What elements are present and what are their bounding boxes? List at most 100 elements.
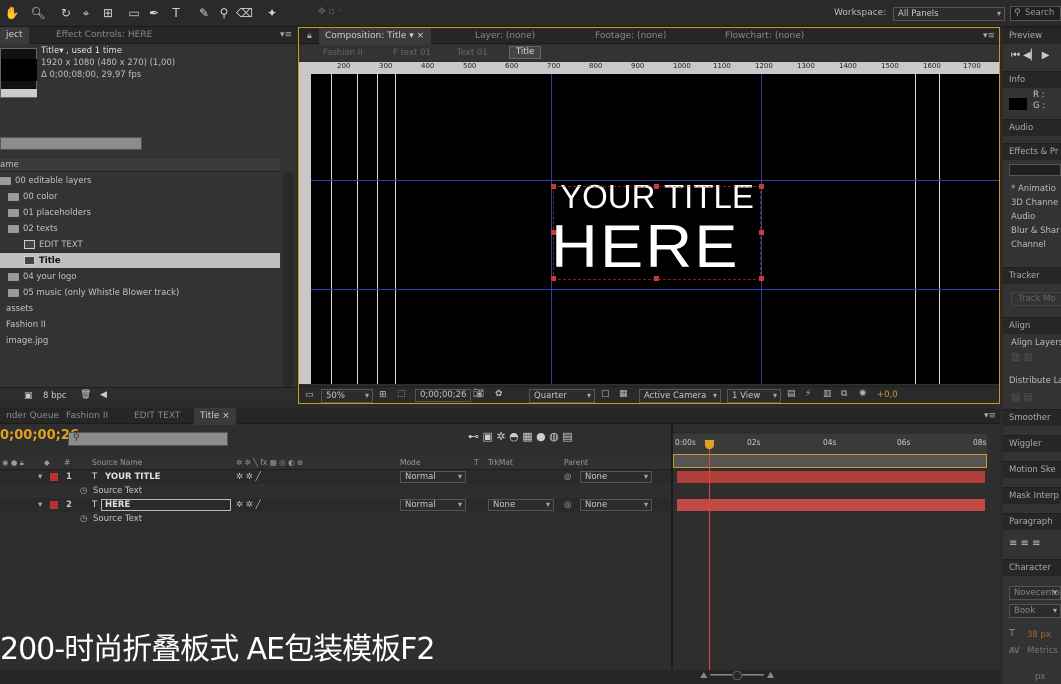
- tab-layer[interactable]: Layer: (none): [469, 28, 541, 45]
- motion-sketch-panel-title[interactable]: Motion Ske: [1003, 462, 1061, 478]
- guide-line[interactable]: [331, 74, 332, 384]
- blend-mode-dropdown[interactable]: Normal: [400, 499, 466, 511]
- bpc-label[interactable]: 8 bpc: [43, 391, 67, 401]
- type-tool-icon[interactable]: T: [168, 5, 184, 21]
- crumb[interactable]: Fashion II: [323, 48, 363, 58]
- composition-icon[interactable]: ▣: [24, 391, 33, 401]
- list-item[interactable]: * Animatio: [1003, 182, 1061, 196]
- guide-line[interactable]: [939, 74, 940, 384]
- selection-handle[interactable]: [551, 230, 556, 235]
- layer-duration-bar[interactable]: [677, 471, 985, 483]
- snapshot-icon[interactable]: 📷︎: [473, 389, 484, 399]
- pickwhip-icon[interactable]: ◎: [564, 470, 571, 484]
- blend-mode-dropdown[interactable]: Normal: [400, 471, 466, 483]
- layer-switches-icon[interactable]: ✲ ✲ ╱: [236, 498, 261, 512]
- guide-line[interactable]: [395, 74, 396, 384]
- timeline-icon[interactable]: ▥: [823, 389, 832, 399]
- current-time-field[interactable]: 0;00;00;26: [415, 389, 472, 402]
- guide-line[interactable]: [915, 74, 916, 384]
- tab-render-queue[interactable]: nder Queue: [0, 408, 65, 425]
- col-mode[interactable]: Mode: [400, 456, 420, 470]
- always-preview-icon[interactable]: ▭: [305, 390, 314, 400]
- layer-name-edit-field[interactable]: HERE: [101, 499, 231, 511]
- effects-search-input[interactable]: [1009, 164, 1061, 176]
- crumb[interactable]: F text 01: [393, 48, 431, 58]
- project-search-input[interactable]: [0, 137, 142, 150]
- timeline-switches-icon[interactable]: ⊷ ▣ ✲ ◓ ▦ ● ◍ ▤: [468, 430, 573, 443]
- pan-behind-tool-icon[interactable]: ⊞: [100, 5, 116, 21]
- paragraph-align-icon[interactable]: ≡ ≡ ≡: [1009, 538, 1041, 549]
- info-panel-title[interactable]: Info: [1003, 72, 1061, 88]
- mask-tool-icon[interactable]: ▭: [126, 5, 142, 21]
- tab-composition[interactable]: Composition: Title ▾ ×: [319, 28, 431, 45]
- crumb-current[interactable]: Title: [509, 46, 542, 59]
- selection-box[interactable]: [553, 186, 761, 280]
- region-of-interest-icon[interactable]: ▢: [601, 389, 610, 399]
- audio-panel-title[interactable]: Audio: [1003, 120, 1061, 136]
- guide-line[interactable]: [311, 289, 999, 290]
- project-scrollbar[interactable]: [283, 173, 294, 387]
- distribute-buttons-icon[interactable]: ▤ ▤: [1011, 392, 1033, 403]
- crumb[interactable]: Text 01: [457, 48, 488, 58]
- scroll-left-icon[interactable]: ◀: [100, 390, 107, 400]
- project-column-name[interactable]: ame: [0, 159, 280, 172]
- preview-panel-title[interactable]: Preview: [1003, 28, 1061, 44]
- font-family-dropdown[interactable]: Novecento: [1009, 586, 1061, 600]
- timeline-property-row[interactable]: ◷ Source Text: [0, 512, 671, 526]
- hand-tool-icon[interactable]: ✋: [4, 5, 20, 21]
- font-style-dropdown[interactable]: Book: [1009, 604, 1061, 618]
- list-item[interactable]: 01 placeholders: [0, 205, 280, 221]
- work-area-bar[interactable]: [673, 454, 987, 468]
- fast-previews-icon[interactable]: ⚡: [805, 389, 811, 399]
- label-color-swatch[interactable]: [50, 473, 58, 481]
- list-item[interactable]: EDIT TEXT: [0, 237, 280, 253]
- smoother-panel-title[interactable]: Smoother: [1003, 410, 1061, 426]
- panel-menu-icon[interactable]: ▾≡: [984, 411, 996, 421]
- kerning-value[interactable]: Metrics: [1027, 646, 1058, 656]
- timeline-layer-row[interactable]: ▾ 1 T YOUR TITLE ✲ ✲ ╱ Normal ◎ None: [0, 470, 671, 484]
- timeline-layer-row[interactable]: ▾ 2 T HERE ✲ ✲ ╱ Normal None ◎ None: [0, 498, 671, 512]
- rotate-tool-icon[interactable]: ↻: [58, 5, 74, 21]
- tab-fashion-ii[interactable]: Fashion II: [60, 408, 114, 425]
- camera-dropdown[interactable]: Active Camera: [639, 389, 721, 403]
- selection-handle[interactable]: [551, 276, 556, 281]
- list-item[interactable]: Audio: [1003, 210, 1061, 224]
- panel-menu-icon[interactable]: ▾≡: [983, 31, 995, 41]
- exposure-icon[interactable]: ✺: [859, 389, 867, 399]
- snap-options-icon[interactable]: ✥ ▫ ◦: [318, 7, 343, 17]
- character-panel-title[interactable]: Character: [1003, 560, 1061, 576]
- pickwhip-icon[interactable]: ◎: [564, 498, 571, 512]
- effects-panel-title[interactable]: Effects & Pr: [1003, 144, 1061, 160]
- list-item-selected[interactable]: Title: [0, 253, 280, 269]
- selection-handle[interactable]: [759, 276, 764, 281]
- list-item[interactable]: 04 your logo: [0, 269, 280, 285]
- workspace-dropdown[interactable]: All Panels: [893, 7, 1005, 21]
- parent-dropdown[interactable]: None: [580, 499, 652, 511]
- selection-handle[interactable]: [551, 184, 556, 189]
- timeline-search-input[interactable]: ⚲: [68, 432, 228, 446]
- tab-project[interactable]: ject: [0, 27, 29, 44]
- list-item[interactable]: 00 color: [0, 189, 280, 205]
- resolution-dropdown[interactable]: Quarter: [529, 389, 595, 403]
- transparency-grid-icon[interactable]: ▦: [619, 389, 628, 399]
- list-item[interactable]: 00 editable layers: [0, 173, 280, 189]
- list-item[interactable]: Blur & Shar: [1003, 224, 1061, 238]
- wiggler-panel-title[interactable]: Wiggler: [1003, 436, 1061, 452]
- composition-viewer[interactable]: YOUR TITLE HERE: [311, 74, 999, 384]
- tab-flowchart[interactable]: Flowchart: (none): [719, 28, 810, 45]
- toggle-pixel-aspect-icon[interactable]: ▤: [787, 389, 796, 399]
- current-time-indicator[interactable]: [709, 442, 710, 684]
- guide-line[interactable]: [377, 74, 378, 384]
- tracker-panel-title[interactable]: Tracker: [1003, 268, 1061, 284]
- time-ruler[interactable]: 0:00s 02s 04s 06s 08s: [673, 434, 987, 454]
- view-layout-dropdown[interactable]: 1 View: [727, 389, 781, 403]
- selection-handle[interactable]: [654, 276, 659, 281]
- show-channel-icon[interactable]: ✿: [495, 389, 503, 399]
- list-item[interactable]: assets: [0, 301, 280, 317]
- exposure-value[interactable]: +0,0: [877, 390, 898, 400]
- safe-zones-icon[interactable]: ⊞: [379, 390, 387, 400]
- col-trkmat[interactable]: TrkMat: [488, 456, 513, 470]
- font-size-value[interactable]: 38 px: [1027, 630, 1051, 640]
- mask-visibility-icon[interactable]: ⬚: [397, 389, 406, 399]
- playback-controls-icon[interactable]: ⏮ ◀▏ ▶: [1011, 50, 1049, 61]
